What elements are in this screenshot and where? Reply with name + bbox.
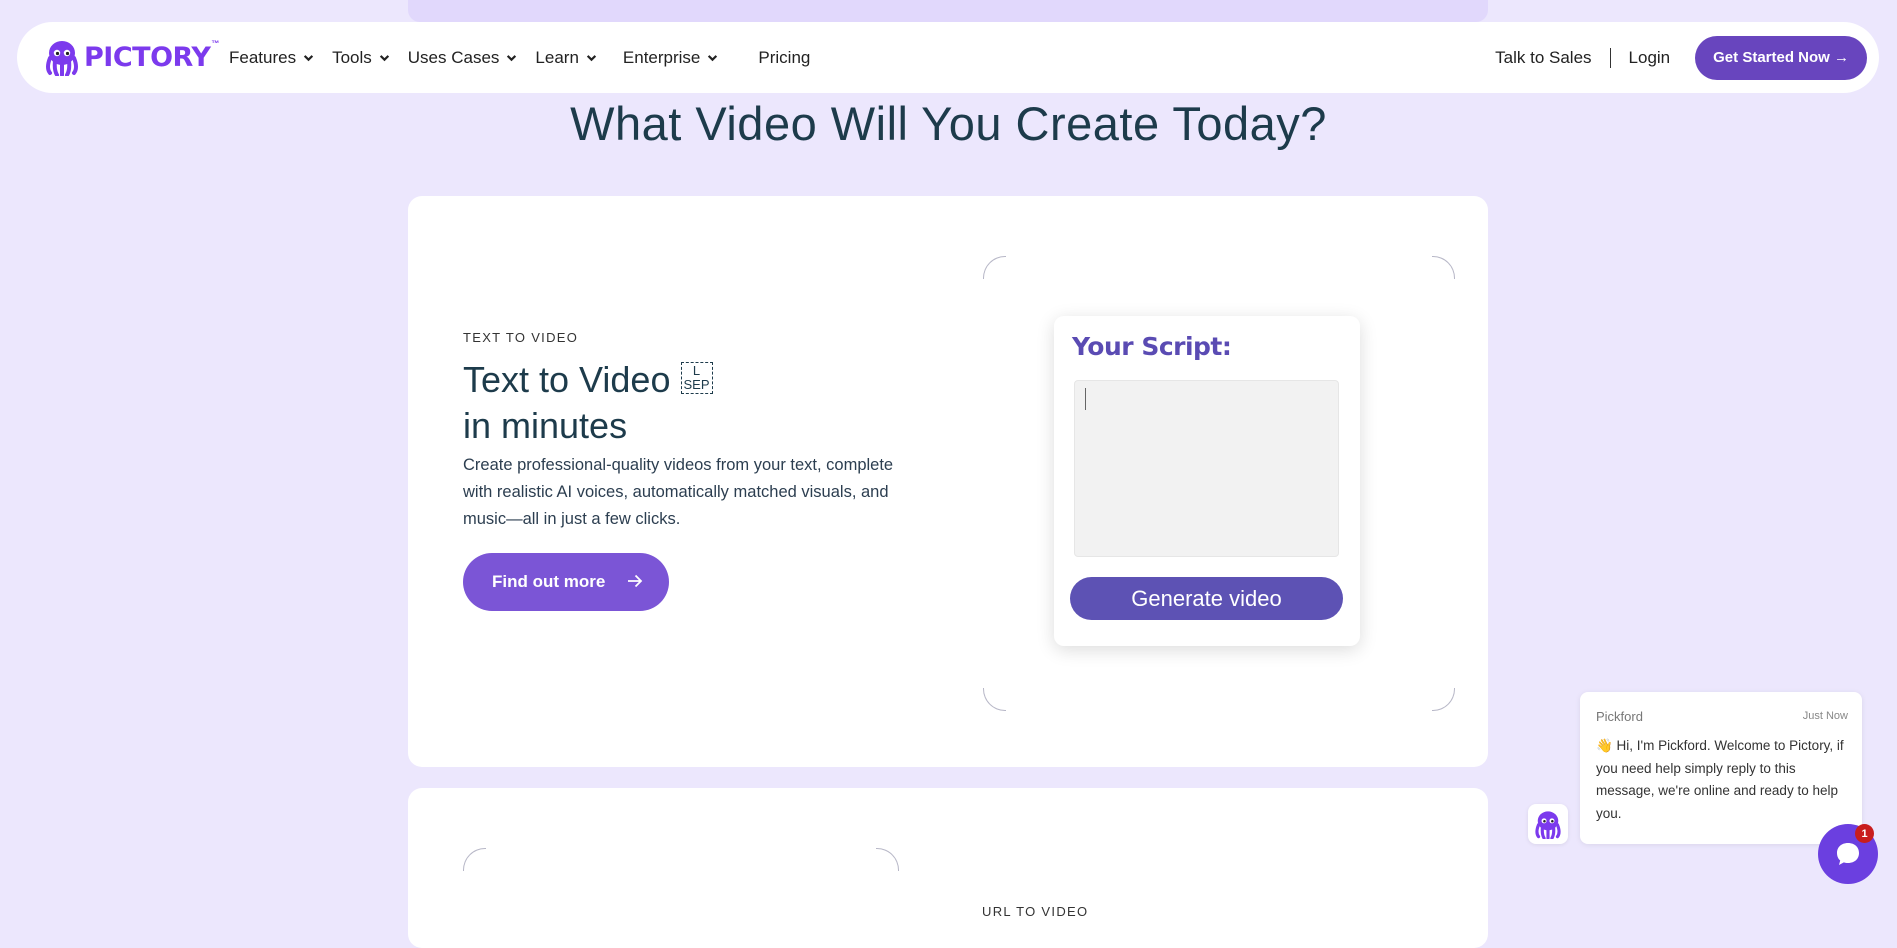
page-headline: What Video Will You Create Today?	[570, 97, 1327, 150]
nav-features-label: Features	[229, 47, 297, 67]
chat-sender-name: Pickford	[1596, 709, 1643, 724]
nav-right: Talk to Sales Login Get Started Now →	[1495, 22, 1867, 93]
nav-learn[interactable]: Learn	[535, 47, 597, 68]
nav-divider	[1609, 47, 1611, 68]
script-panel: Your Script: Generate video	[1054, 316, 1360, 646]
nav-use-cases[interactable]: Uses Cases	[408, 48, 518, 68]
card-title-line2: in minutes	[463, 405, 628, 446]
frame-corner-top-right	[876, 848, 899, 871]
card-title-line1: Text to Video	[463, 359, 671, 400]
chat-unread-badge: 1	[1855, 824, 1874, 843]
url-to-video-card: URL TO VIDEO	[408, 788, 1488, 948]
chat-bubble-icon	[1837, 843, 1859, 865]
frame-corner-top-left	[983, 256, 1006, 279]
card-description: Create professional-quality videos from …	[463, 456, 894, 528]
login-link[interactable]: Login	[1629, 48, 1671, 68]
frame-corner-top-right	[1432, 256, 1455, 279]
frame-corner-bottom-right	[1432, 688, 1455, 711]
nav-enterprise[interactable]: Enterprise	[623, 48, 718, 68]
nav-pricing-label: Pricing	[758, 47, 811, 67]
talk-to-sales-link[interactable]: Talk to Sales	[1495, 48, 1591, 68]
chevron-down-icon	[507, 55, 517, 62]
chat-timestamp: Just Now	[1802, 710, 1848, 722]
nav-enterprise-label: Enterprise	[622, 47, 701, 67]
sep-glyph-bottom: SEP	[683, 377, 710, 393]
nav-tools-label: Tools	[332, 47, 372, 67]
card-eyebrow: TEXT TO VIDEO	[463, 330, 579, 345]
find-out-more-button[interactable]: Find out more	[463, 553, 669, 611]
pictory-logo[interactable]: PICTORY ™	[44, 34, 219, 80]
chevron-down-icon	[708, 55, 718, 62]
get-started-button[interactable]: Get Started Now →	[1695, 35, 1867, 80]
nav-use-cases-label: Uses Cases	[407, 47, 500, 67]
text-caret	[1085, 388, 1086, 410]
card2-eyebrow: URL TO VIDEO	[982, 904, 1089, 919]
top-strip	[408, 0, 1488, 22]
main-nav: Features Tools Uses Cases Learn Enterpri…	[229, 22, 828, 93]
top-navbar: PICTORY ™ Features Tools Uses Cases Lear…	[17, 22, 1879, 93]
nav-features[interactable]: Features	[229, 48, 314, 68]
logo-wordmark: PICTORY	[84, 41, 211, 73]
chat-bot-avatar[interactable]	[1528, 804, 1568, 844]
arrow-right-icon	[627, 572, 643, 593]
line-separator-glyph: L SEP	[680, 362, 713, 395]
find-out-more-label: Find out more	[492, 572, 606, 591]
nav-pricing[interactable]: Pricing	[758, 48, 810, 68]
script-textarea[interactable]	[1074, 380, 1339, 557]
octopus-logo-icon	[46, 41, 78, 76]
chat-message-bubble[interactable]: Pickford Just Now 👋 Hi, I'm Pickford. We…	[1580, 692, 1862, 844]
frame-corner-bottom-left	[983, 688, 1006, 711]
frame-corner-top-left	[463, 848, 486, 871]
generate-video-button[interactable]: Generate video	[1070, 577, 1343, 620]
script-panel-title: Your Script:	[1072, 332, 1232, 361]
chevron-down-icon	[303, 55, 314, 62]
chat-message-text: 👋 Hi, I'm Pickford. Welcome to Pictory, …	[1596, 738, 1844, 821]
text-to-video-card: TEXT TO VIDEO Text to Video L SEP in minu…	[408, 196, 1488, 767]
card-title: Text to Video L SEP in minutes	[463, 357, 843, 449]
octopus-avatar-icon	[1535, 811, 1561, 839]
logo-trademark: ™	[211, 38, 220, 48]
chevron-down-icon	[586, 55, 597, 62]
nav-learn-label: Learn	[535, 47, 579, 67]
nav-tools[interactable]: Tools	[332, 48, 390, 68]
sep-glyph-top: L	[692, 363, 701, 379]
chevron-down-icon	[379, 55, 389, 62]
